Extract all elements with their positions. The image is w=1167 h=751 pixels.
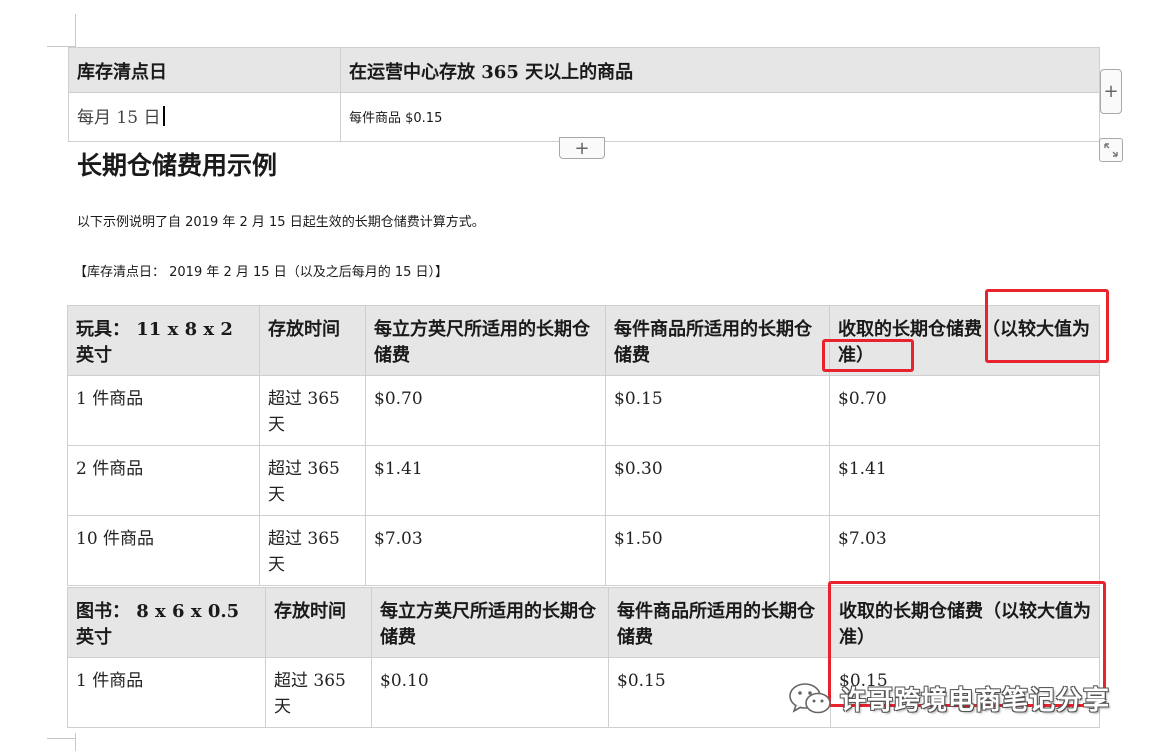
cell-text: 每月 15 日 xyxy=(77,108,161,128)
table-cell[interactable]: 1 件商品 xyxy=(67,657,266,728)
table-row: 10 件商品 超过 365 天 $7.03 $1.50 $7.03 xyxy=(67,515,1100,586)
page-corner-mark xyxy=(75,14,76,47)
table-header-cell[interactable]: 每立方英尺所适用的长期仓储费 xyxy=(371,587,609,658)
watermark-text: 许哥跨境电商笔记分享 xyxy=(840,686,1111,716)
header-text: 每立方英尺所适用的长期仓储费 xyxy=(374,319,590,366)
table-header-cell[interactable]: 在运营中心存放 365 天以上的商品 xyxy=(340,47,1100,93)
table-cell[interactable]: $7.03 xyxy=(365,515,606,586)
header-text: 库存清点日 xyxy=(77,62,167,83)
table-header-cell[interactable]: 库存清点日 xyxy=(68,47,341,93)
cell-text: 超过 365 天 xyxy=(274,671,346,717)
table-row: 1 件商品 超过 365 天 $0.70 $0.15 $0.70 xyxy=(67,375,1100,446)
table-cell[interactable]: $1.41 xyxy=(365,445,606,516)
table-cell[interactable]: $0.70 xyxy=(365,375,606,446)
add-row-button[interactable]: + xyxy=(559,137,605,159)
table-cell[interactable]: $1.50 xyxy=(605,515,830,586)
cell-text: $0.15 xyxy=(614,389,663,409)
header-text: 存放时间 xyxy=(268,319,340,340)
header-text: 每件商品所适用的长期仓储费 xyxy=(614,319,812,366)
cell-text: 1 件商品 xyxy=(76,389,144,409)
watermark: 许哥跨境电商笔记分享 xyxy=(788,680,1110,717)
table-cell[interactable]: 超过 365 天 xyxy=(259,515,366,586)
header-text: 每立方英尺所适用的长期仓储费 xyxy=(380,601,596,648)
cell-text: 超过 365 天 xyxy=(268,459,340,505)
table-cell[interactable]: $0.30 xyxy=(605,445,830,516)
toy-example-table: 玩具： 11 x 8 x 2 英寸 存放时间 每立方英尺所适用的长期仓储费 每件… xyxy=(67,305,1100,586)
highlight-box xyxy=(822,339,914,372)
header-text: 存放时间 xyxy=(274,601,346,622)
cell-text: 2 件商品 xyxy=(76,459,144,479)
section-title: 长期仓储费用示例 xyxy=(77,151,278,180)
table-cell[interactable]: $0.10 xyxy=(371,657,609,728)
cell-text: 超过 365 天 xyxy=(268,389,340,435)
table-header-cell[interactable]: 每件商品所适用的长期仓储费 xyxy=(608,587,831,658)
table-cell[interactable]: 1 件商品 xyxy=(67,375,260,446)
text-cursor xyxy=(163,106,166,126)
intro-paragraph: 以下示例说明了自 2019 年 2 月 15 日起生效的长期仓储费计算方式。 xyxy=(77,215,485,230)
table-header-cell[interactable]: 图书： 8 x 6 x 0.5 英寸 xyxy=(67,587,266,658)
cell-text: $0.10 xyxy=(380,671,429,691)
wechat-icon xyxy=(789,682,831,713)
table-header-cell[interactable]: 玩具： 11 x 8 x 2 英寸 xyxy=(67,305,260,376)
table-cell[interactable]: 超过 365 天 xyxy=(265,657,372,728)
plus-icon: + xyxy=(1103,81,1119,102)
page-corner-mark xyxy=(47,738,76,739)
cell-text: $1.41 xyxy=(374,459,423,479)
cell-text: 每件商品 $0.15 xyxy=(349,111,443,126)
table-cell[interactable]: $0.70 xyxy=(829,375,1100,446)
inventory-note: 【库存清点日： 2019 年 2 月 15 日（以及之后每月的 15 日）】 xyxy=(74,265,448,280)
cell-text: 10 件商品 xyxy=(76,529,155,549)
cell-text: $0.30 xyxy=(614,459,663,479)
table-cell[interactable]: 2 件商品 xyxy=(67,445,260,516)
cell-text: 超过 365 天 xyxy=(268,529,340,575)
table-cell[interactable]: 每月 15 日 xyxy=(68,92,341,142)
table-cell[interactable]: $1.41 xyxy=(829,445,1100,516)
cell-text: $0.70 xyxy=(374,389,423,409)
highlight-box xyxy=(985,289,1109,363)
header-text: 每件商品所适用的长期仓储费 xyxy=(617,601,815,648)
header-text: 在运营中心存放 365 天以上的商品 xyxy=(349,62,634,83)
cell-text: $7.03 xyxy=(374,529,423,549)
cell-text: $0.15 xyxy=(617,671,666,691)
table-cell[interactable]: 超过 365 天 xyxy=(259,445,366,516)
table-cell[interactable]: 每件商品 $0.15 xyxy=(340,92,1100,142)
inventory-date-table: 库存清点日 在运营中心存放 365 天以上的商品 每月 15 日 每件商品 $0… xyxy=(68,47,1100,142)
plus-icon: + xyxy=(574,137,590,159)
add-column-button[interactable]: + xyxy=(1100,69,1122,114)
table-row: 2 件商品 超过 365 天 $1.41 $0.30 $1.41 xyxy=(67,445,1100,516)
cell-text: $1.50 xyxy=(614,529,663,549)
table-cell[interactable]: 10 件商品 xyxy=(67,515,260,586)
page-corner-mark xyxy=(75,733,76,751)
header-text: 图书： 8 x 6 x 0.5 英寸 xyxy=(76,601,240,648)
table-header-cell[interactable]: 存放时间 xyxy=(259,305,366,376)
cell-text: $0.70 xyxy=(838,389,887,409)
header-text: 玩具： 11 x 8 x 2 英寸 xyxy=(76,319,233,366)
cell-text: $1.41 xyxy=(838,459,887,479)
table-cell[interactable]: $0.15 xyxy=(605,375,830,446)
table-cell[interactable]: 超过 365 天 xyxy=(259,375,366,446)
table-header-cell[interactable]: 每件商品所适用的长期仓储费 xyxy=(605,305,830,376)
cell-text: 1 件商品 xyxy=(76,671,144,691)
resize-icon xyxy=(1104,143,1118,157)
table-header-cell[interactable]: 每立方英尺所适用的长期仓储费 xyxy=(365,305,606,376)
resize-table-handle[interactable] xyxy=(1099,138,1123,162)
cell-text: $7.03 xyxy=(838,529,887,549)
table-header-cell[interactable]: 存放时间 xyxy=(265,587,372,658)
table-cell[interactable]: $7.03 xyxy=(829,515,1100,586)
